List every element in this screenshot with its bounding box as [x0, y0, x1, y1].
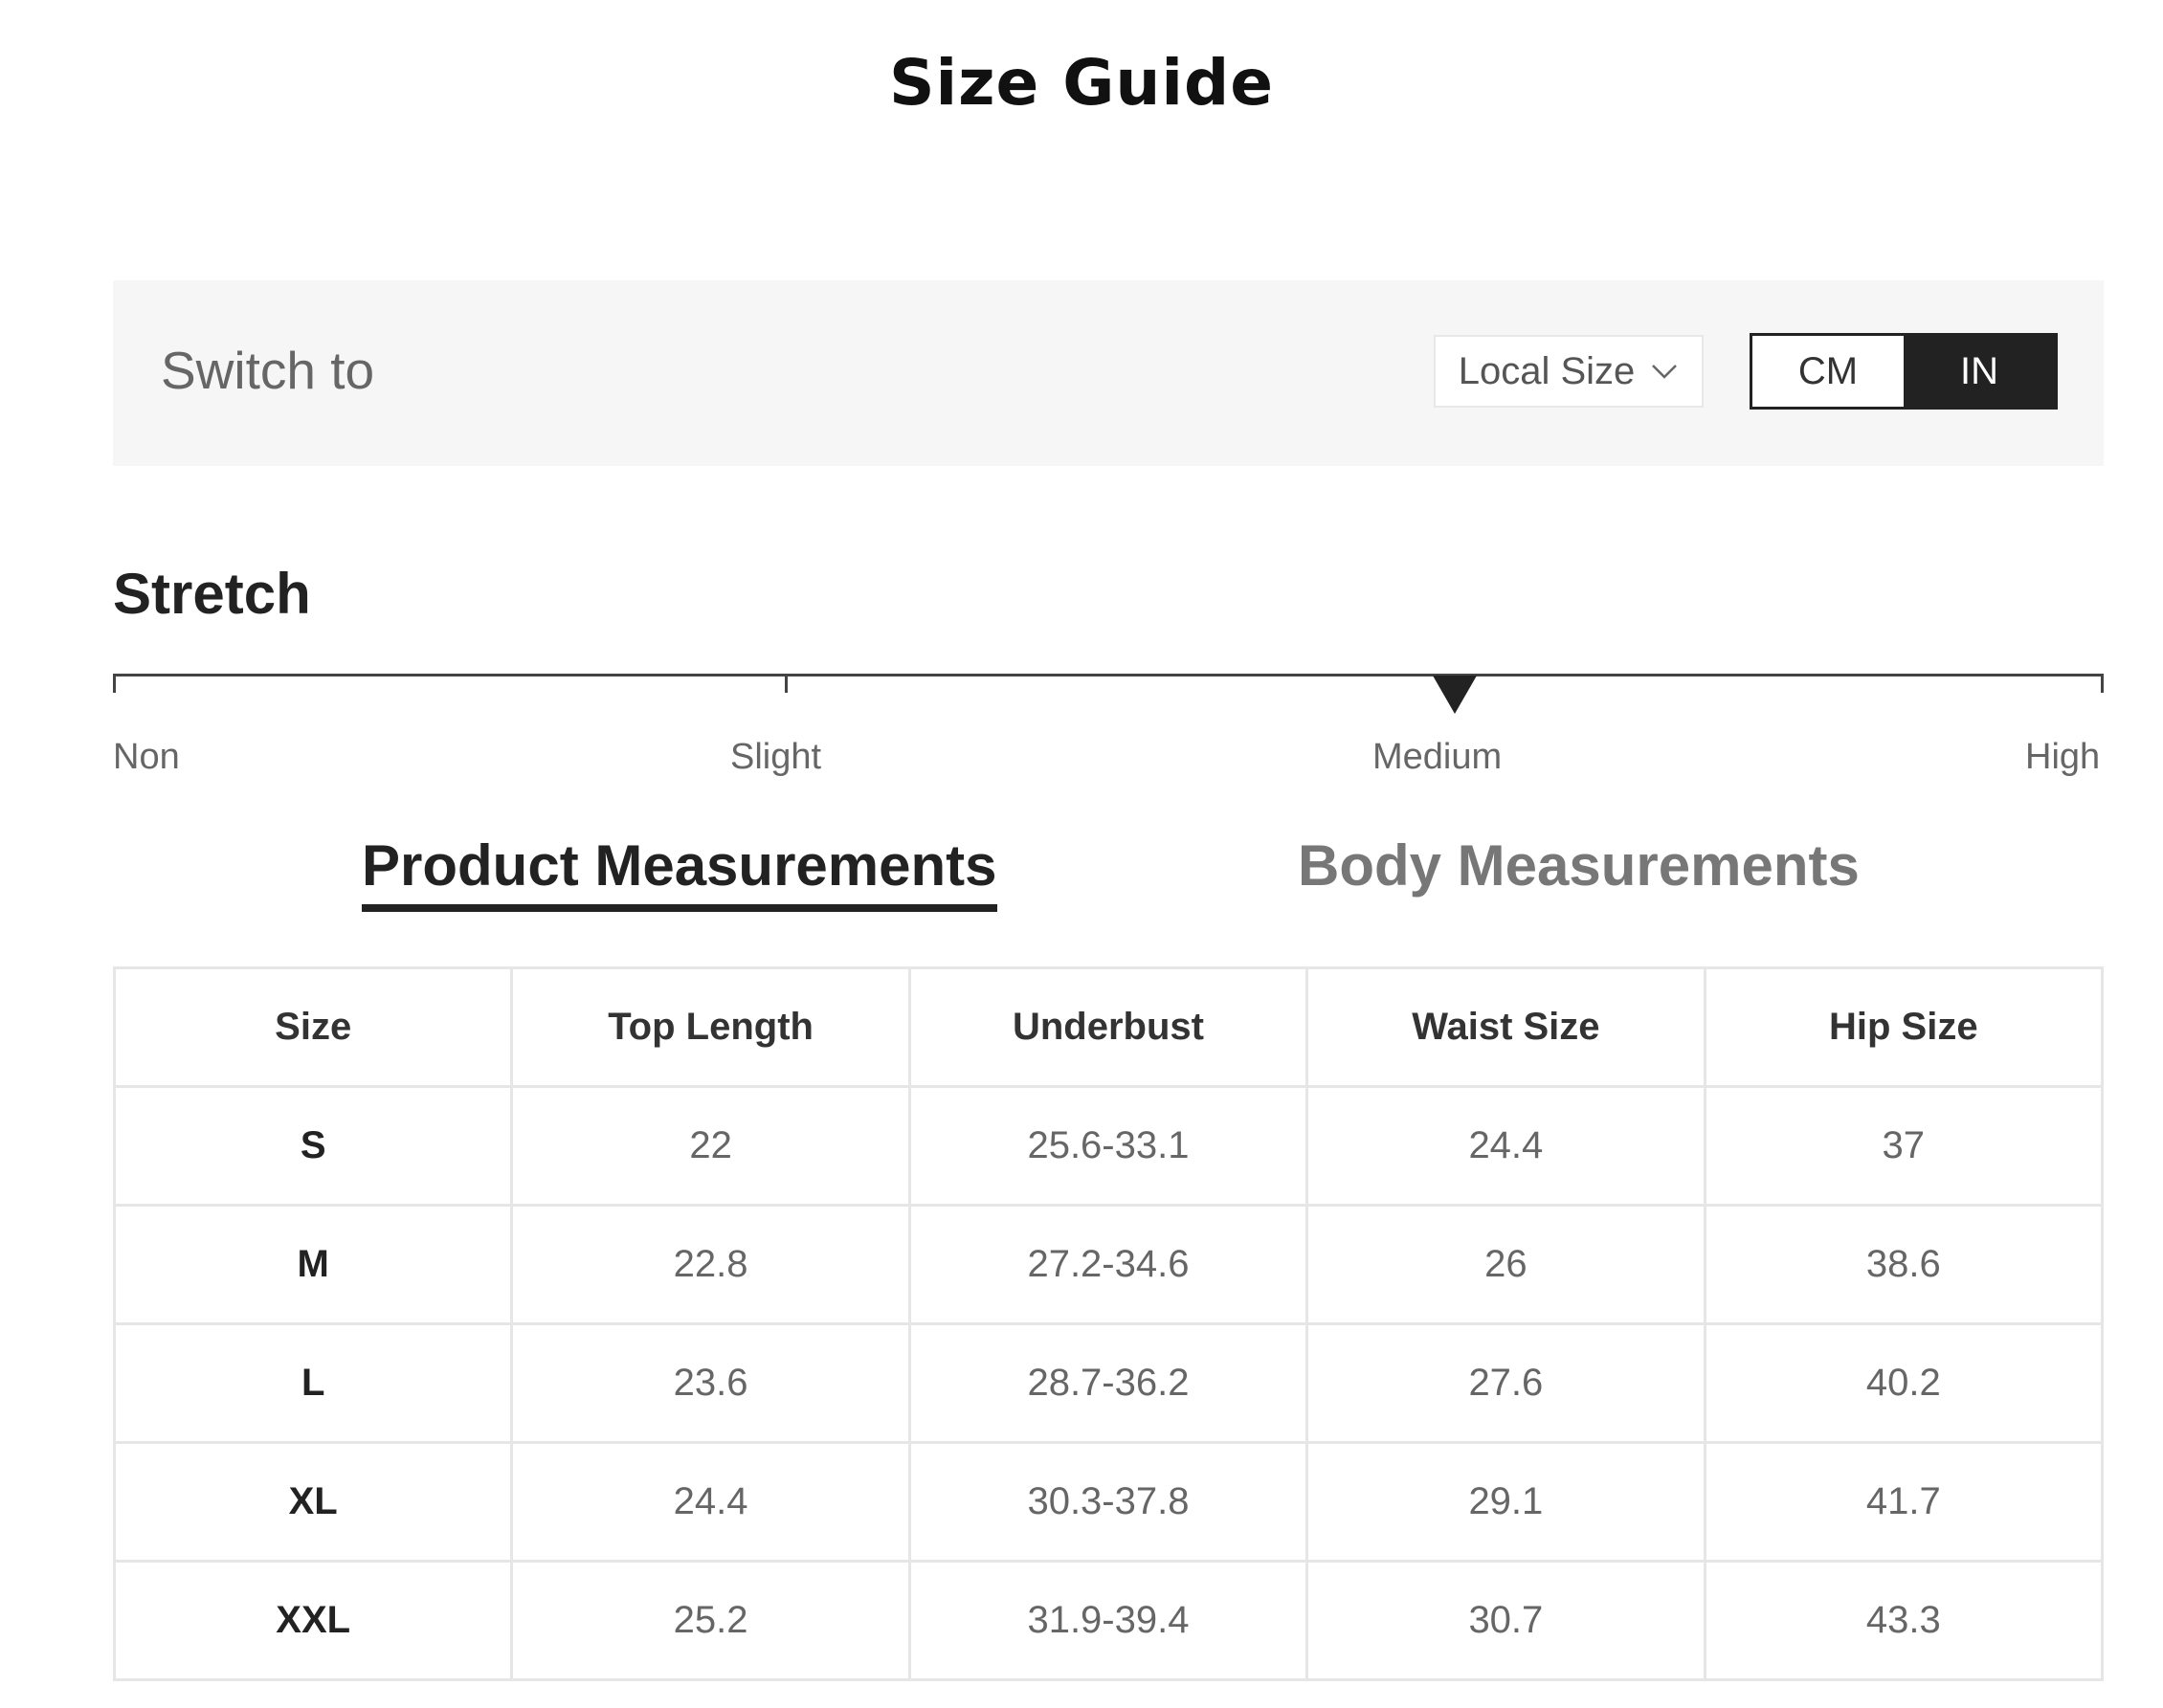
column-header-size: Size: [112, 966, 514, 1088]
stretch-label-high: High: [2025, 737, 2101, 777]
stretch-tick-high: [2101, 674, 2104, 693]
table-cell: 29.1: [1305, 1441, 1706, 1563]
unit-cm-button[interactable]: CM: [1752, 336, 1904, 407]
table-cell: 30.3-37.8: [907, 1441, 1309, 1563]
table-cell: 25.2: [510, 1560, 911, 1681]
table-row: M 22.8 27.2-34.6 26 38.6: [112, 1204, 2105, 1325]
table-row: XL 24.4 30.3-37.8 29.1 41.7: [112, 1441, 2105, 1563]
unit-in-button[interactable]: IN: [1904, 336, 2055, 407]
table-cell: 38.6: [1703, 1204, 2105, 1325]
stretch-tick-slight: [785, 674, 788, 693]
table-row: S 22 25.6-33.1 24.4 37: [112, 1085, 2105, 1207]
stretch-title: Stretch: [113, 562, 311, 626]
unit-switch-bar: Switch to Local Size CM IN: [113, 280, 2104, 466]
local-size-dropdown[interactable]: Local Size: [1434, 335, 1704, 408]
table-cell: 22: [510, 1085, 911, 1207]
tab-body-measurements[interactable]: Body Measurements: [1298, 832, 1860, 898]
table-cell: 31.9-39.4: [907, 1560, 1309, 1681]
column-header-top-length: Top Length: [510, 966, 911, 1088]
switch-to-label: Switch to: [161, 341, 375, 400]
table-cell: 24.4: [510, 1441, 911, 1563]
stretch-label-slight: Slight: [730, 737, 822, 777]
table-cell: 22.8: [510, 1204, 911, 1325]
size-table: Size Top Length Underbust Waist Size Hip…: [112, 966, 2105, 1681]
chevron-down-icon: [1652, 365, 1678, 379]
stretch-line: [113, 674, 2104, 677]
measurement-tabs: Product Measurements Body Measurements: [0, 832, 2163, 928]
table-cell: 25.6-33.1: [907, 1085, 1309, 1207]
unit-toggle: CM IN: [1750, 333, 2058, 410]
local-size-label: Local Size: [1458, 349, 1636, 392]
table-cell: 26: [1305, 1204, 1706, 1325]
column-header-underbust: Underbust: [907, 966, 1309, 1088]
table-cell: 27.6: [1305, 1322, 1706, 1444]
column-header-waist-size: Waist Size: [1305, 966, 1706, 1088]
stretch-label-non: Non: [113, 737, 180, 777]
tab-product-measurements[interactable]: Product Measurements: [362, 832, 997, 912]
table-cell: XXL: [112, 1560, 514, 1681]
stretch-label-medium: Medium: [1372, 737, 1503, 777]
table-cell: 24.4: [1305, 1085, 1706, 1207]
table-cell: 37: [1703, 1085, 2105, 1207]
page-title: Size Guide: [888, 46, 1275, 120]
table-cell: 23.6: [510, 1322, 911, 1444]
table-cell: S: [112, 1085, 514, 1207]
table-cell: 43.3: [1703, 1560, 2105, 1681]
table-cell: L: [112, 1322, 514, 1444]
table-cell: XL: [112, 1441, 514, 1563]
table-cell: 41.7: [1703, 1441, 2105, 1563]
column-header-hip-size: Hip Size: [1703, 966, 2105, 1088]
table-header-row: Size Top Length Underbust Waist Size Hip…: [112, 966, 2105, 1088]
table-cell: 30.7: [1305, 1560, 1706, 1681]
table-cell: 40.2: [1703, 1322, 2105, 1444]
table-row: L 23.6 28.7-36.2 27.6 40.2: [112, 1322, 2105, 1444]
table-cell: 28.7-36.2: [907, 1322, 1309, 1444]
stretch-marker-triangle-icon: [1433, 676, 1477, 714]
table-cell: 27.2-34.6: [907, 1204, 1309, 1325]
stretch-tick-non: [113, 674, 116, 693]
table-cell: M: [112, 1204, 514, 1325]
table-row: XXL 25.2 31.9-39.4 30.7 43.3: [112, 1560, 2105, 1681]
stretch-scale: Non Slight Medium High: [113, 670, 2104, 785]
